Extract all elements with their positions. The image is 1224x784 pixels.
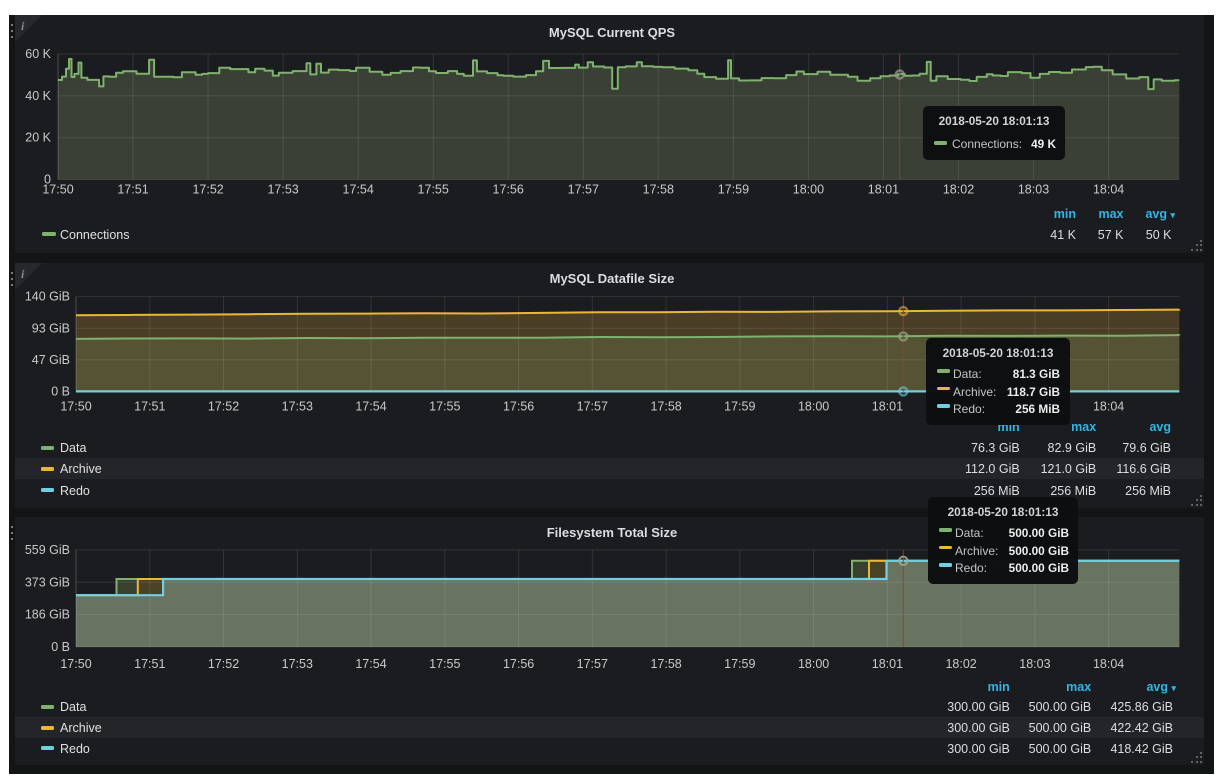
svg-text:373 GiB: 373 GiB xyxy=(25,575,70,589)
svg-text:17:58: 17:58 xyxy=(650,399,681,413)
svg-text:18:03: 18:03 xyxy=(1018,182,1049,196)
svg-text:17:59: 17:59 xyxy=(724,657,755,671)
svg-text:17:53: 17:53 xyxy=(267,182,298,196)
svg-text:17:57: 17:57 xyxy=(577,657,608,671)
svg-text:17:57: 17:57 xyxy=(577,399,608,413)
svg-text:0 B: 0 B xyxy=(51,385,70,399)
svg-text:18:02: 18:02 xyxy=(943,182,974,196)
svg-text:18:04: 18:04 xyxy=(1093,657,1124,671)
svg-text:93 GiB: 93 GiB xyxy=(32,321,70,335)
svg-text:17:56: 17:56 xyxy=(503,657,534,671)
svg-text:18:01: 18:01 xyxy=(872,657,903,671)
svg-text:186 GiB: 186 GiB xyxy=(25,608,70,622)
svg-text:17:50: 17:50 xyxy=(42,182,73,196)
svg-text:17:55: 17:55 xyxy=(429,399,460,413)
svg-text:17:53: 17:53 xyxy=(282,399,313,413)
svg-text:17:58: 17:58 xyxy=(650,657,681,671)
svg-text:17:55: 17:55 xyxy=(429,657,460,671)
svg-text:20 K: 20 K xyxy=(25,131,51,145)
svg-text:47 GiB: 47 GiB xyxy=(32,353,70,367)
svg-text:0 B: 0 B xyxy=(51,640,70,654)
svg-text:18:04: 18:04 xyxy=(1093,399,1124,413)
svg-text:17:59: 17:59 xyxy=(724,399,755,413)
svg-text:17:51: 17:51 xyxy=(134,399,165,413)
svg-text:17:53: 17:53 xyxy=(282,657,313,671)
svg-text:559 GiB: 559 GiB xyxy=(25,543,70,557)
svg-text:40 K: 40 K xyxy=(25,89,51,103)
svg-text:17:52: 17:52 xyxy=(208,657,239,671)
svg-text:17:56: 17:56 xyxy=(503,399,534,413)
svg-text:17:52: 17:52 xyxy=(208,399,239,413)
svg-text:17:57: 17:57 xyxy=(568,182,599,196)
svg-text:17:54: 17:54 xyxy=(355,399,386,413)
svg-text:17:56: 17:56 xyxy=(493,182,524,196)
svg-text:140 GiB: 140 GiB xyxy=(25,290,70,304)
svg-text:18:00: 18:00 xyxy=(798,657,829,671)
svg-text:18:01: 18:01 xyxy=(868,182,899,196)
svg-text:18:00: 18:00 xyxy=(793,182,824,196)
svg-text:17:51: 17:51 xyxy=(134,657,165,671)
svg-text:60 K: 60 K xyxy=(25,47,51,61)
svg-text:18:00: 18:00 xyxy=(798,399,829,413)
svg-text:18:01: 18:01 xyxy=(872,399,903,413)
svg-text:17:54: 17:54 xyxy=(355,657,386,671)
svg-text:17:50: 17:50 xyxy=(60,657,91,671)
svg-text:17:50: 17:50 xyxy=(60,399,91,413)
svg-text:17:59: 17:59 xyxy=(718,182,749,196)
svg-text:18:02: 18:02 xyxy=(945,657,976,671)
svg-text:17:51: 17:51 xyxy=(117,182,148,196)
svg-text:17:58: 17:58 xyxy=(643,182,674,196)
svg-text:18:04: 18:04 xyxy=(1093,182,1124,196)
svg-text:17:55: 17:55 xyxy=(418,182,449,196)
svg-text:17:54: 17:54 xyxy=(343,182,374,196)
svg-text:17:52: 17:52 xyxy=(192,182,223,196)
svg-text:18:03: 18:03 xyxy=(1019,657,1050,671)
